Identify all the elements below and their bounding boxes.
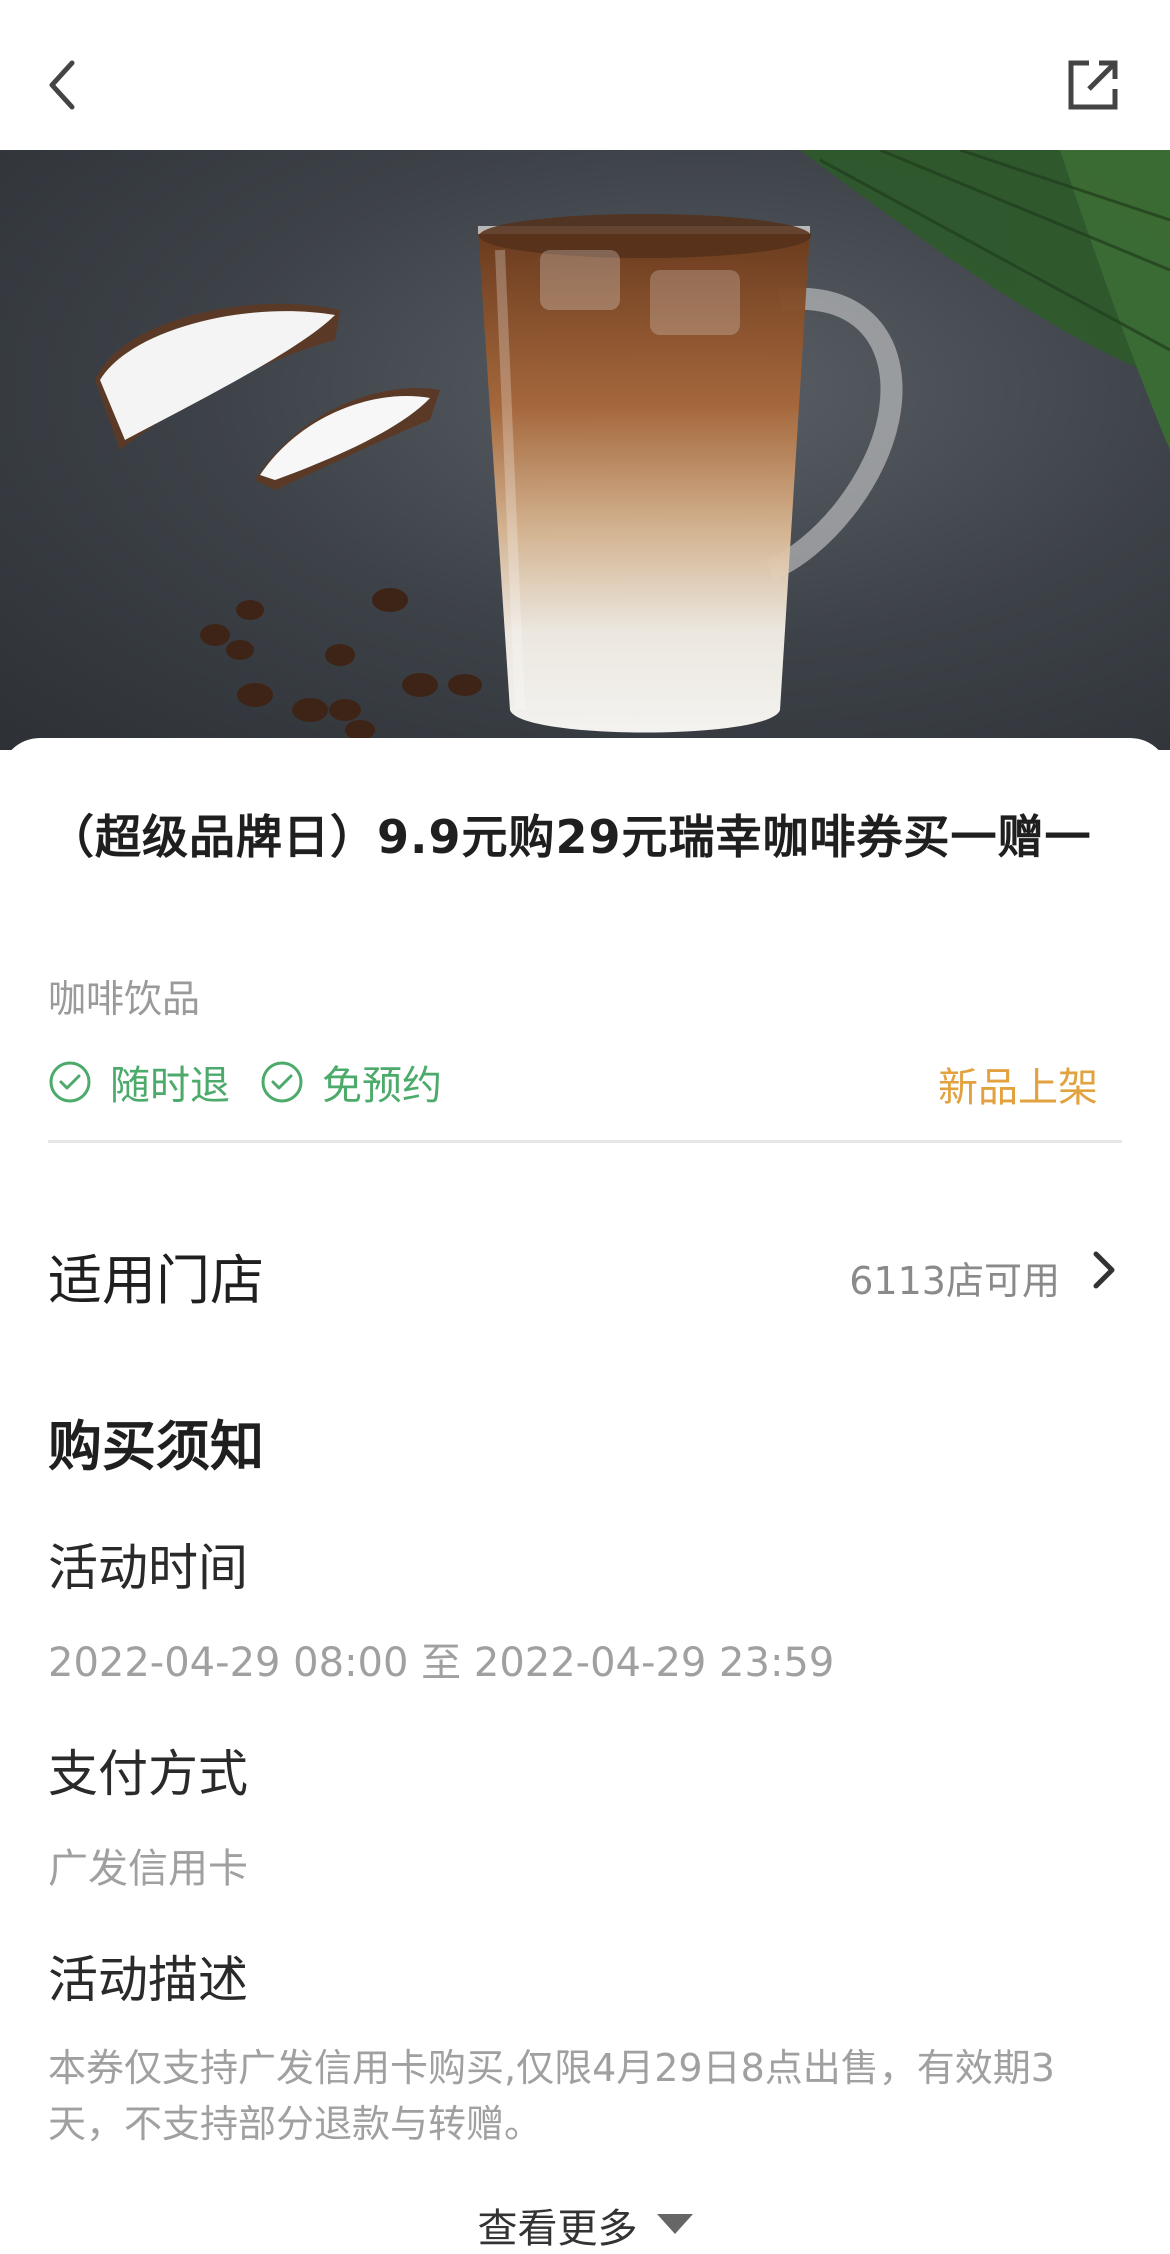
product-category: 咖啡饮品 bbox=[48, 977, 201, 1021]
back-button[interactable] bbox=[34, 50, 90, 120]
divider bbox=[48, 1140, 1122, 1143]
check-circle-icon bbox=[261, 1061, 303, 1103]
back-icon bbox=[49, 60, 75, 110]
stores-count: 6113店可用 bbox=[849, 1259, 1060, 1303]
caret-down-icon bbox=[656, 2214, 693, 2234]
activity-description-text: 本券仅支持广发信用卡购买,仅限4月29日8点出售，有效期3天，不支持部分退款与转… bbox=[48, 2046, 1055, 2146]
applicable-stores-row[interactable]: 适用门店 6113店可用 bbox=[48, 1230, 1122, 1312]
tag-label: 免预约 bbox=[322, 1063, 442, 1109]
check-circle-icon bbox=[49, 1061, 91, 1103]
purchase-notice-title: 购买须知 bbox=[48, 1415, 264, 1478]
activity-description-label: 活动描述 bbox=[48, 1951, 248, 2009]
tag-label: 随时退 bbox=[110, 1063, 230, 1109]
service-tags: 随时退 免预约 bbox=[48, 1052, 472, 1112]
share-icon bbox=[1068, 60, 1118, 110]
stores-label: 适用门店 bbox=[48, 1249, 264, 1312]
coffee-illustration bbox=[95, 150, 1170, 740]
product-title: （超级品牌日）9.9元购29元瑞幸咖啡券买一赠一 bbox=[48, 810, 1092, 864]
new-product-badge: 新品上架 bbox=[938, 1065, 1098, 1111]
share-button[interactable] bbox=[1058, 50, 1128, 120]
chevron-right-icon bbox=[1093, 1251, 1115, 1289]
view-more-label: 查看更多 bbox=[477, 2206, 638, 2252]
payment-method-value: 广发信用卡 bbox=[48, 1846, 248, 1892]
activity-time-label: 活动时间 bbox=[48, 1539, 248, 1597]
tag-no-reservation: 免预约 bbox=[260, 1053, 442, 1111]
detail-card bbox=[0, 738, 1170, 2247]
tag-refund-anytime: 随时退 bbox=[48, 1053, 230, 1111]
product-hero-image bbox=[0, 150, 1170, 750]
top-bar bbox=[0, 0, 1170, 150]
activity-time-value: 2022-04-29 08:00 至 2022-04-29 23:59 bbox=[48, 1640, 835, 1686]
view-more-button[interactable]: 查看更多 bbox=[0, 2196, 1170, 2254]
payment-method-label: 支付方式 bbox=[48, 1745, 248, 1803]
